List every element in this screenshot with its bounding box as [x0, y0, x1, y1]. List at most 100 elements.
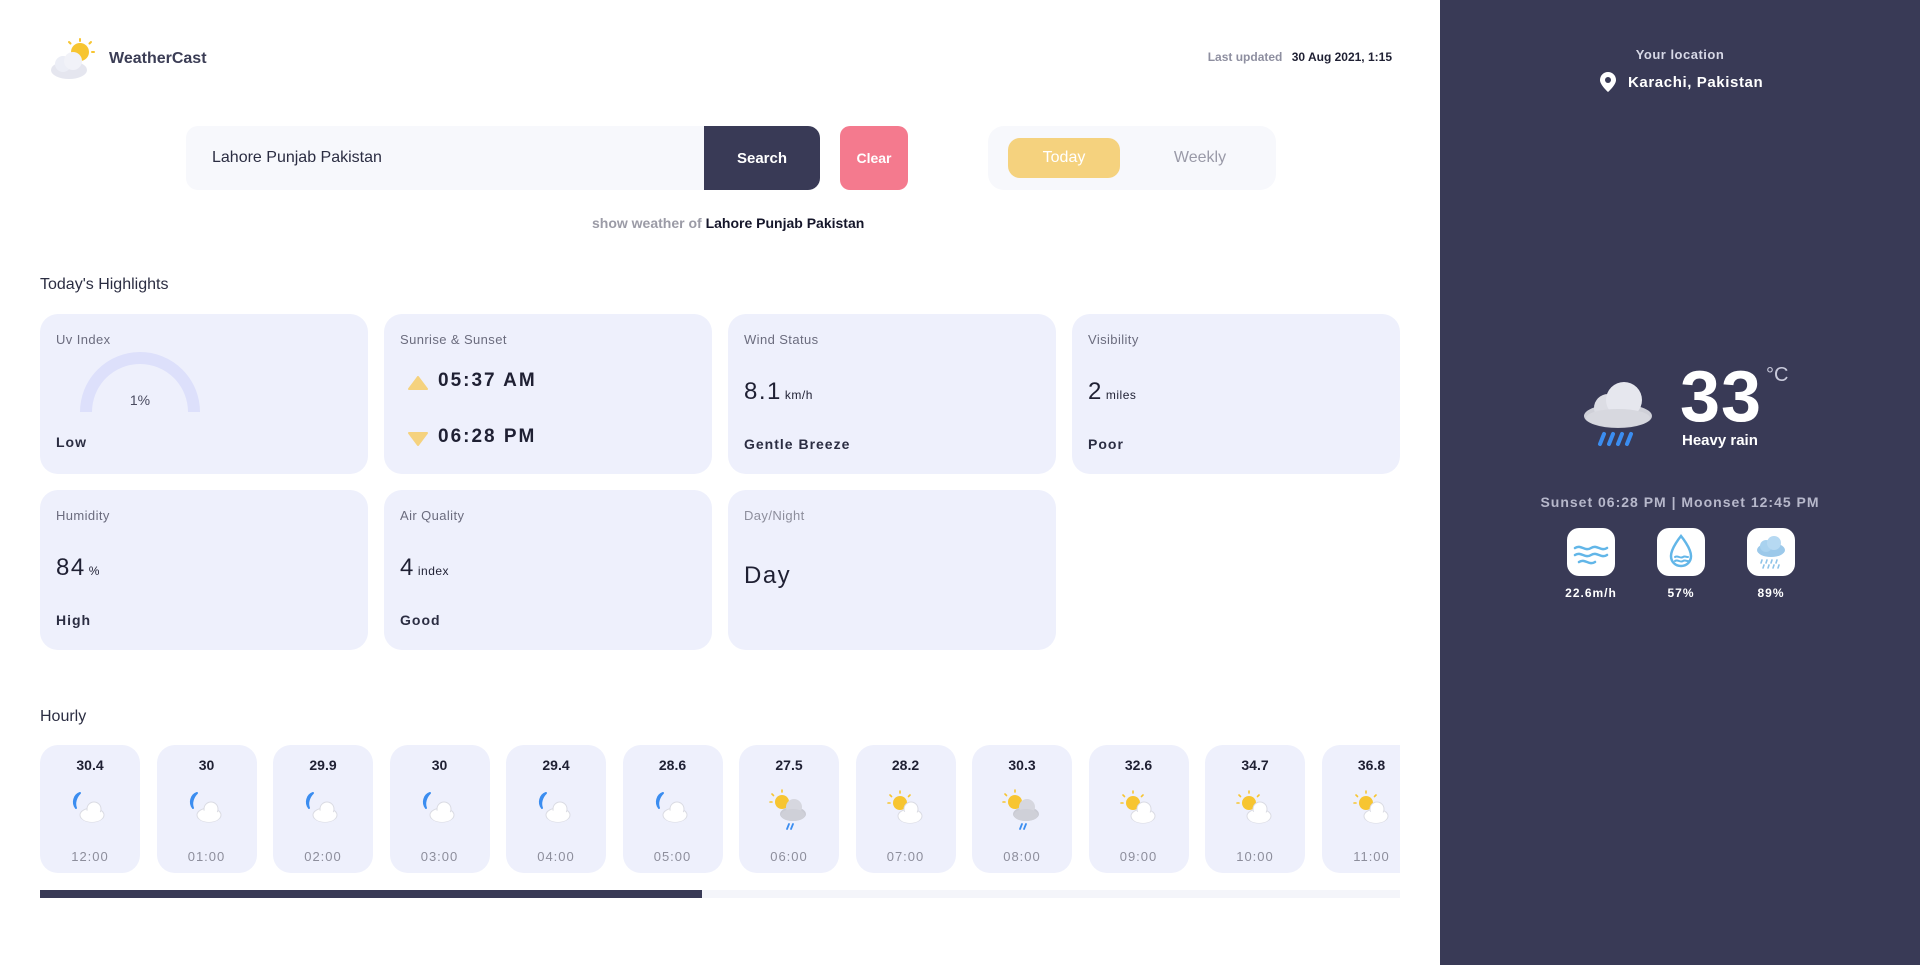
night-cloud-icon	[536, 789, 576, 825]
brand[interactable]: WeatherCast	[47, 38, 207, 80]
hourly-time: 01:00	[187, 849, 226, 864]
hourly-time: 12:00	[71, 849, 109, 864]
hourly-card[interactable]: 30 01:00	[156, 745, 257, 873]
visibility-unit: miles	[1105, 388, 1137, 402]
hourly-time: 08:00	[1003, 849, 1041, 864]
sun-cloud-icon	[1235, 789, 1275, 825]
sunrise-sunset-card: Sunrise & Sunset 05:37 AM 06:28 PM	[384, 314, 712, 474]
sun-rain-cloud-icon	[769, 789, 809, 830]
highlights-title: Today's Highlights	[40, 276, 169, 293]
hourly-temp: 32.6	[1124, 757, 1153, 773]
hourly-temp: 30	[431, 757, 448, 773]
search-bar: Search	[186, 126, 820, 190]
location-pin-icon	[1600, 72, 1616, 92]
uv-desc: Low	[56, 434, 87, 450]
hourly-card[interactable]: 29.4 04:00	[506, 745, 606, 873]
air-value: 4 index	[400, 554, 450, 581]
hourly-time: 05:00	[653, 849, 692, 864]
sun-cloud-icon	[1119, 789, 1159, 825]
show-weather-prefix: show weather of	[592, 215, 702, 231]
night-cloud-icon	[653, 789, 693, 825]
wind-value: 8.1 km/h	[744, 378, 813, 405]
last-updated-label: Last updated	[1207, 50, 1283, 64]
humidity-card: Humidity 84% High	[40, 490, 368, 650]
rain-metric-value: 89%	[1757, 586, 1785, 600]
hourly-temp: 29.4	[542, 757, 570, 773]
wind-icon	[1567, 528, 1615, 576]
hourly-temp: 30.4	[76, 757, 104, 773]
hourly-time: 02:00	[304, 849, 342, 864]
search-button[interactable]: Search	[704, 126, 820, 190]
clear-button[interactable]: Clear	[840, 126, 908, 190]
show-weather-location: Lahore Punjab Pakistan	[705, 215, 865, 231]
wind-status-card: Wind Status 8.1 km/h Gentle Breeze	[728, 314, 1056, 474]
hourly-temp: 28.6	[658, 757, 687, 773]
hourly-temp: 30.3	[1008, 757, 1036, 773]
hourly-card[interactable]: 30 03:00	[389, 745, 490, 873]
temperature-unit: °C	[1766, 364, 1789, 386]
air-desc: Good	[400, 612, 441, 628]
sunrise-row: 05:37 AM	[408, 370, 537, 392]
wind-metric-value: 22.6m/h	[1565, 586, 1617, 600]
hourly-card[interactable]: 28.2 07:00	[855, 745, 956, 873]
night-cloud-icon	[420, 789, 460, 825]
visibility-value: 2 miles	[1088, 378, 1137, 405]
hourly-temp: 36.8	[1357, 757, 1386, 773]
sunset-time: 06:28 PM	[438, 426, 537, 447]
wind-unit: km/h	[784, 388, 813, 402]
hourly-temp: 28.2	[891, 757, 920, 773]
rain-metric: 89%	[1726, 528, 1816, 600]
hourly-time: 09:00	[1119, 849, 1158, 864]
humidity-metric: 57%	[1636, 528, 1726, 600]
wind-label: Wind Status	[744, 332, 819, 347]
hourly-card[interactable]: 32.6 09:00	[1088, 745, 1189, 873]
rain-cloud-icon	[1747, 528, 1795, 576]
wind-metric: 22.6m/h	[1546, 528, 1636, 600]
search-input[interactable]	[212, 149, 672, 167]
humidity-unit: %	[88, 564, 100, 578]
day-night-card: Day/Night Day	[728, 490, 1056, 650]
your-location-label: Your location	[1635, 47, 1725, 62]
hourly-card[interactable]: 30.4 12:00	[40, 745, 140, 873]
daynight-label: Day/Night	[744, 508, 805, 523]
hourly-scrollbar-thumb[interactable]	[40, 890, 702, 898]
humidity-label: Humidity	[56, 508, 110, 523]
hourly-time: 03:00	[420, 849, 459, 864]
current-temperature: 33	[1680, 357, 1763, 437]
visibility-desc: Poor	[1088, 436, 1124, 452]
humidity-desc: High	[56, 612, 92, 628]
sunset-arrow-icon	[408, 430, 428, 446]
heavy-rain-cloud-icon	[1580, 378, 1656, 448]
uv-index-card: Uv Index 1% Low	[40, 314, 368, 474]
last-updated: Last updated 30 Aug 2021, 1:15	[1208, 50, 1392, 64]
night-cloud-icon	[187, 789, 227, 825]
night-cloud-icon	[303, 789, 343, 825]
tab-today[interactable]: Today	[1008, 138, 1120, 178]
visibility-card: Visibility 2 miles Poor	[1072, 314, 1400, 474]
air-label: Air Quality	[400, 508, 465, 523]
current-condition: Heavy rain	[1682, 432, 1758, 449]
visibility-label: Visibility	[1088, 332, 1139, 347]
hourly-card[interactable]: 34.7 10:00	[1205, 745, 1305, 873]
hourly-time: 07:00	[886, 849, 925, 864]
hourly-temp: 29.9	[309, 757, 337, 773]
hourly-card[interactable]: 36.8 11:00	[1321, 745, 1400, 873]
tab-weekly[interactable]: Weekly	[1144, 138, 1256, 178]
hourly-temp: 30	[198, 757, 215, 773]
hourly-time: 10:00	[1236, 849, 1274, 864]
sunset-moonset: Sunset 06:28 PM | Moonset 12:45 PM	[1540, 494, 1820, 510]
sun-rain-cloud-icon	[1002, 789, 1042, 830]
sunset-row: 06:28 PM	[408, 426, 536, 448]
uv-label: Uv Index	[56, 332, 111, 347]
uv-gauge: 1%	[80, 352, 200, 412]
view-toggle: Today Weekly	[988, 126, 1276, 190]
humidity-metric-value: 57%	[1667, 586, 1695, 600]
hourly-card[interactable]: 28.6 05:00	[622, 745, 723, 873]
hourly-card[interactable]: 30.3 08:00	[972, 745, 1072, 873]
sun-cloud-logo-icon	[47, 38, 97, 80]
humidity-value: 84%	[56, 554, 100, 581]
hourly-card[interactable]: 27.5 06:00	[739, 745, 839, 873]
current-location: Karachi, Pakistan	[1600, 72, 1763, 92]
sunrise-time: 05:37 AM	[438, 370, 537, 391]
hourly-card[interactable]: 29.9 02:00	[273, 745, 373, 873]
